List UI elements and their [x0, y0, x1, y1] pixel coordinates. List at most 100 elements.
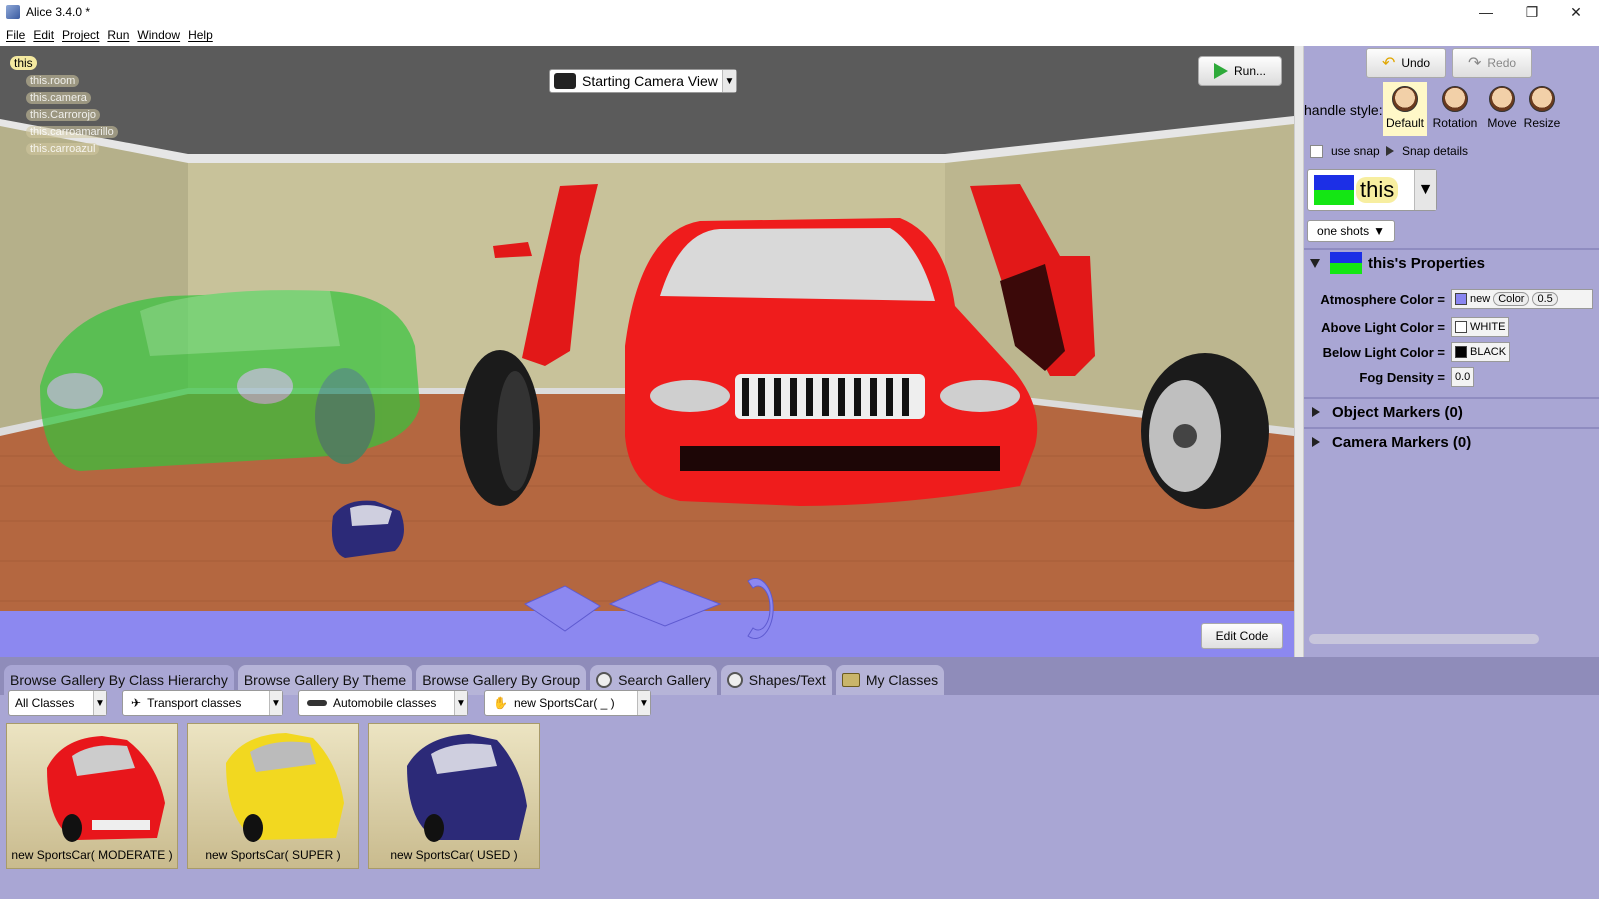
- minimize-button[interactable]: —: [1463, 0, 1509, 24]
- title-bar: Alice 3.4.0 * — ❐ ✕: [0, 0, 1599, 24]
- above-light-color-value[interactable]: WHITE: [1451, 317, 1510, 337]
- undo-label: Undo: [1401, 56, 1431, 70]
- one-shots-label: one shots: [1317, 224, 1370, 238]
- tree-item-room[interactable]: this.room: [26, 75, 80, 87]
- fog-density-number: 0.0: [1455, 371, 1471, 383]
- gallery-item-sportscar-moderate[interactable]: new SportsCar( MODERATE ): [6, 723, 178, 869]
- split-pane-divider[interactable]: [1294, 46, 1304, 657]
- car-icon: [307, 700, 327, 706]
- breadcrumb-all-classes[interactable]: All Classes ▼: [8, 690, 107, 716]
- property-label: Below Light Color =: [1322, 344, 1445, 360]
- redo-icon: ↷: [1467, 55, 1482, 72]
- instance-selector[interactable]: this ▼: [1307, 169, 1437, 211]
- tree-item-carrorojo[interactable]: this.Carrorojo: [26, 109, 101, 121]
- color-name: WHITE: [1470, 321, 1506, 333]
- property-label: Fog Density =: [1359, 369, 1445, 385]
- redo-label: Redo: [1487, 56, 1517, 70]
- gallery-item-caption: new SportsCar( MODERATE ): [11, 848, 173, 862]
- breadcrumb-label: All Classes: [15, 696, 75, 710]
- menu-window[interactable]: Window: [137, 28, 180, 42]
- handle-style-move[interactable]: Move: [1480, 82, 1524, 136]
- menu-run[interactable]: Run: [107, 28, 129, 42]
- camera-view-dropdown[interactable]: Starting Camera View ▼: [549, 69, 737, 93]
- tab-my-classes[interactable]: My Classes: [835, 665, 945, 695]
- restore-button[interactable]: ❐: [1509, 0, 1555, 24]
- chevron-down-icon: ▼: [721, 70, 736, 92]
- camera-view-label: Starting Camera View: [582, 73, 718, 89]
- expand-arrow-icon: [1312, 437, 1320, 447]
- property-label: Atmosphere Color =: [1320, 291, 1445, 307]
- property-row-below-light-color: Below Light Color = BLACK: [1304, 341, 1599, 363]
- tab-shapes-text[interactable]: Shapes/Text: [720, 665, 832, 695]
- menu-project[interactable]: Project: [62, 28, 99, 42]
- handle-option-label: Default: [1385, 116, 1425, 130]
- scene-view[interactable]: this this.room this.camera this.Carroroj…: [0, 46, 1294, 657]
- property-label: Above Light Color =: [1321, 319, 1445, 335]
- transport-icon: ✈: [131, 696, 142, 710]
- redo-button[interactable]: ↷ Redo: [1452, 48, 1532, 78]
- use-snap-checkbox[interactable]: use snap: [1310, 144, 1380, 158]
- tab-label: Browse Gallery By Group: [422, 672, 581, 688]
- atmosphere-color-value[interactable]: new Color 0.5: [1451, 289, 1593, 309]
- gallery-panel: Browse Gallery By Class Hierarchy Browse…: [0, 657, 1599, 899]
- camera-markers-section[interactable]: Camera Markers (0): [1304, 428, 1599, 456]
- edit-code-label: Edit Code: [1215, 629, 1269, 643]
- object-markers-title: Object Markers (0): [1332, 403, 1463, 421]
- color-swatch: [1455, 293, 1467, 305]
- below-light-color-value[interactable]: BLACK: [1451, 342, 1511, 362]
- snap-details-label: Snap details: [1402, 144, 1469, 158]
- property-row-above-light-color: Above Light Color = WHITE: [1304, 316, 1599, 338]
- play-icon: [1213, 63, 1228, 79]
- horizontal-scrollbar[interactable]: [1309, 634, 1539, 644]
- one-shots-dropdown[interactable]: one shots ▼: [1307, 220, 1395, 242]
- tree-item-camera[interactable]: this.camera: [26, 92, 91, 104]
- resize-handle-icon: [1529, 86, 1555, 112]
- breadcrumb-label: new SportsCar( _ ): [513, 696, 615, 710]
- menu-edit[interactable]: Edit: [33, 28, 54, 42]
- fog-density-value[interactable]: 0.0: [1451, 367, 1475, 387]
- close-button[interactable]: ✕: [1553, 0, 1599, 24]
- color-component-value[interactable]: 0.5: [1532, 292, 1558, 306]
- breadcrumb-new-sportscar[interactable]: ✋ new SportsCar( _ ) ▼: [484, 690, 651, 716]
- tree-item-this[interactable]: this: [10, 56, 37, 70]
- breadcrumb-transport-classes[interactable]: ✈ Transport classes ▼: [122, 690, 283, 716]
- scene-render[interactable]: [0, 46, 1294, 657]
- collapse-arrow-icon: [1310, 258, 1320, 268]
- properties-panel: ↶ Undo ↷ Redo handle style: Default Rota…: [1304, 46, 1599, 657]
- handle-option-label: Rotation: [1432, 116, 1478, 130]
- chevron-down-icon: ▼: [454, 691, 467, 715]
- search-icon: [596, 672, 613, 688]
- handle-style-resize[interactable]: Resize: [1520, 82, 1564, 136]
- move-handle-icon: [1489, 86, 1515, 112]
- scene-object-tree: this this.room this.camera this.Carroroj…: [10, 56, 118, 160]
- run-button[interactable]: Run...: [1198, 56, 1282, 86]
- edit-code-button[interactable]: Edit Code: [1201, 623, 1283, 649]
- gallery-item-caption: new SportsCar( SUPER ): [205, 848, 341, 862]
- gallery-item-sportscar-super[interactable]: new SportsCar( SUPER ): [187, 723, 359, 869]
- tree-item-carroazul[interactable]: this.carroazul: [26, 143, 100, 155]
- menu-help[interactable]: Help: [188, 28, 213, 42]
- new-keyword: new: [1470, 293, 1491, 305]
- chevron-down-icon: ▼: [269, 691, 282, 715]
- camera-markers-title: Camera Markers (0): [1332, 433, 1472, 451]
- breadcrumb-automobile-classes[interactable]: Automobile classes ▼: [298, 690, 468, 716]
- handle-style-rotation[interactable]: Rotation: [1430, 82, 1480, 136]
- gallery-item-sportscar-used[interactable]: new SportsCar( USED ): [368, 723, 540, 869]
- color-swatch: [1455, 346, 1467, 358]
- snap-details-toggle[interactable]: Snap details: [1386, 144, 1468, 158]
- hand-icon: ✋: [493, 696, 508, 710]
- handle-style-default[interactable]: Default: [1383, 82, 1427, 136]
- properties-section-header[interactable]: this's Properties: [1304, 249, 1599, 277]
- tree-item-carroamarillo[interactable]: this.carroamarillo: [26, 126, 118, 138]
- object-markers-section[interactable]: Object Markers (0): [1304, 398, 1599, 426]
- undo-icon: ↶: [1381, 55, 1396, 72]
- undo-button[interactable]: ↶ Undo: [1366, 48, 1446, 78]
- gallery-item-caption: new SportsCar( USED ): [390, 848, 518, 862]
- breadcrumb-label: Transport classes: [147, 696, 242, 710]
- red-sportscar-thumbnail: [47, 736, 165, 842]
- color-name: BLACK: [1470, 346, 1507, 358]
- blue-sportscar-thumbnail: [407, 734, 527, 842]
- rotation-handle-icon: [1442, 86, 1468, 112]
- menu-file[interactable]: File: [6, 28, 25, 42]
- color-type-pill: Color: [1493, 292, 1530, 306]
